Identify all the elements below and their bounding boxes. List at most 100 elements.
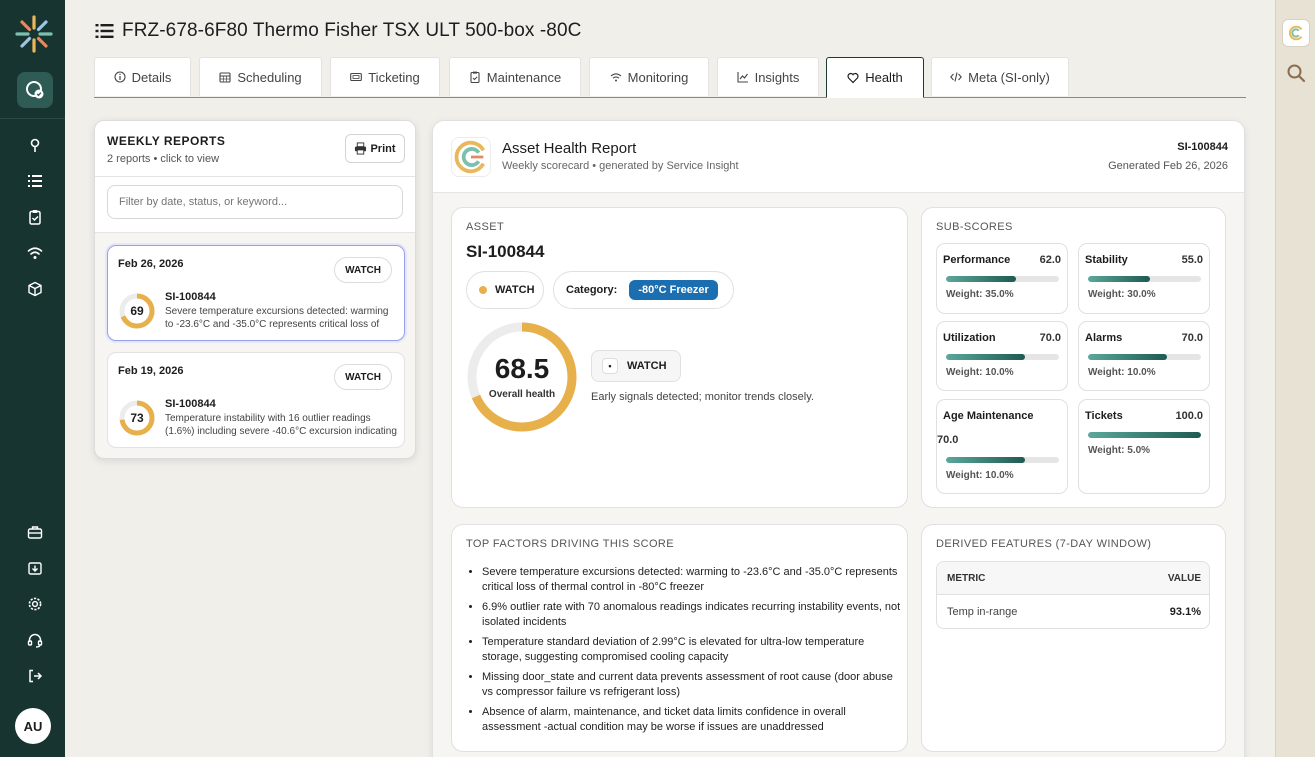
- report-generated-date: Generated Feb 26, 2026: [1108, 160, 1228, 172]
- subscore-name: Alarms: [1085, 332, 1123, 344]
- tab-bar: Details Scheduling Ticketing Maintenance…: [94, 57, 1246, 98]
- tab-label: Insights: [754, 69, 800, 85]
- status-pill: WATCH: [466, 271, 544, 309]
- code-icon: [950, 72, 963, 82]
- tab-scheduling[interactable]: Scheduling: [199, 57, 322, 96]
- user-avatar[interactable]: AU: [15, 708, 51, 744]
- factor-item: Absence of alarm, maintenance, and ticke…: [482, 705, 902, 735]
- clipboard-icon: [470, 71, 480, 83]
- subscore-alarms: Alarms 70.0 Weight: 10.0%: [1078, 321, 1210, 391]
- subscore-bar: [946, 457, 1059, 463]
- subscore-weight: Weight: 5.0%: [1088, 445, 1151, 456]
- health-report: Asset Health Report Weekly scorecard • g…: [432, 120, 1245, 757]
- reports-title: WEEKLY REPORTS: [107, 134, 226, 148]
- cube-icon[interactable]: [25, 279, 45, 299]
- subscore-name: Age Maintenance: [943, 410, 1034, 422]
- category-pill: Category: -80°C Freezer: [553, 271, 734, 309]
- reports-header: WEEKLY REPORTS 2 reports • click to view…: [95, 121, 415, 177]
- print-button[interactable]: Print: [345, 134, 405, 163]
- tab-insights[interactable]: Insights: [717, 57, 819, 96]
- report-asset-id: SI-100844: [165, 291, 216, 303]
- report-card[interactable]: Feb 19, 2026 WATCH 73 SI-100844 Temperat…: [107, 352, 405, 448]
- headset-icon[interactable]: [25, 630, 45, 650]
- subscore-weight: Weight: 35.0%: [946, 289, 1014, 300]
- tab-monitoring[interactable]: Monitoring: [589, 57, 709, 96]
- subscore-name: Performance: [943, 254, 1011, 266]
- column-header-value: VALUE: [1167, 573, 1201, 584]
- subscore-weight: Weight: 10.0%: [1088, 367, 1156, 378]
- gear-icon[interactable]: [25, 594, 45, 614]
- report-asset-id: SI-100844: [165, 398, 216, 410]
- report-card[interactable]: Feb 26, 2026 WATCH 69 SI-100844 Severe t…: [107, 245, 405, 341]
- clipboard-check-icon[interactable]: [25, 207, 45, 227]
- subscore-value: 100.0: [1175, 410, 1203, 422]
- report-asset-id: SI-100844: [1177, 141, 1228, 153]
- rail-divider: [0, 118, 65, 119]
- report-header: Asset Health Report Weekly scorecard • g…: [433, 121, 1244, 193]
- calendar-icon: [219, 72, 231, 83]
- wifi-icon[interactable]: [25, 243, 45, 263]
- overall-label: Overall health: [488, 389, 556, 400]
- download-box-icon[interactable]: [25, 558, 45, 578]
- subscore-weight: Weight: 30.0%: [1088, 289, 1156, 300]
- asset-card: ASSET SI-100844 WATCH Category: -80°C Fr…: [451, 207, 908, 508]
- factor-item: Severe temperature excursions detected: …: [482, 565, 902, 595]
- page-title: FRZ-678-6F80 Thermo Fisher TSX ULT 500-b…: [122, 20, 582, 41]
- factor-item: Missing door_state and current data prev…: [482, 670, 902, 700]
- asset-card-label: ASSET: [466, 221, 505, 233]
- factors-list: Severe temperature excursions detected: …: [482, 565, 902, 740]
- score-value: 73: [130, 411, 144, 425]
- derived-features-card: DERIVED FEATURES (7-DAY WINDOW) METRIC V…: [921, 524, 1226, 752]
- subscore-bar: [946, 276, 1059, 282]
- heart-icon: [847, 72, 859, 83]
- print-label: Print: [370, 142, 396, 155]
- search-icon[interactable]: [1286, 63, 1306, 83]
- bullet-icon: •: [602, 358, 618, 374]
- factor-item: 6.9% outlier rate with 70 anomalous read…: [482, 600, 902, 630]
- tab-maintenance[interactable]: Maintenance: [449, 57, 581, 96]
- app-logo[interactable]: [13, 13, 55, 55]
- assistant-logo-icon: [1288, 25, 1303, 41]
- category-label: Category:: [566, 284, 618, 296]
- asset-health-icon: [26, 81, 44, 99]
- watch-label: WATCH: [627, 360, 667, 372]
- toolbox-icon[interactable]: [25, 522, 45, 542]
- list-icon[interactable]: [25, 171, 45, 191]
- tab-ticketing[interactable]: Ticketing: [330, 57, 440, 96]
- chart-icon: [737, 72, 748, 83]
- status-label: WATCH: [495, 284, 535, 296]
- derived-label: DERIVED FEATURES (7-DAY WINDOW): [936, 538, 1152, 550]
- report-date: Feb 19, 2026: [118, 365, 184, 377]
- tab-label: Scheduling: [237, 69, 302, 85]
- tab-meta[interactable]: Meta (SI-only): [931, 57, 1069, 96]
- report-filter-input[interactable]: [107, 185, 403, 219]
- tab-label: Monitoring: [627, 69, 689, 85]
- tab-label: Details: [131, 69, 172, 85]
- assistant-button[interactable]: [1282, 19, 1310, 47]
- derived-table: METRIC VALUE Temp in-range 93.1%: [936, 561, 1210, 629]
- table-header: METRIC VALUE: [937, 562, 1209, 595]
- metric-value: 93.1%: [1169, 606, 1201, 618]
- subscore-stability: Stability 55.0 Weight: 30.0%: [1078, 243, 1210, 314]
- info-icon: [114, 71, 126, 83]
- list-icon[interactable]: [95, 23, 114, 39]
- filter-bar: [95, 177, 415, 233]
- location-pin-icon[interactable]: [25, 135, 45, 155]
- tab-label: Meta (SI-only): [968, 69, 1050, 85]
- subscore-tickets: Tickets 100.0 Weight: 5.0%: [1078, 399, 1210, 494]
- subscores-label: SUB-SCORES: [936, 221, 1013, 233]
- factor-item: Temperature standard deviation of 2.99°C…: [482, 635, 902, 665]
- subscore-value: 70.0: [1181, 332, 1203, 344]
- status-note: Early signals detected; monitor trends c…: [591, 391, 814, 403]
- rail-asset-health-button[interactable]: [17, 72, 53, 108]
- score-value: 69: [130, 304, 144, 318]
- subscore-bar: [1088, 276, 1201, 282]
- tab-health[interactable]: Health: [826, 57, 924, 98]
- printer-icon: [355, 142, 367, 155]
- subscore-value: 70.0: [1039, 332, 1061, 344]
- tab-details[interactable]: Details: [94, 57, 191, 96]
- logout-icon[interactable]: [25, 666, 45, 686]
- report-date: Feb 26, 2026: [118, 258, 184, 270]
- service-insight-logo: [451, 137, 491, 177]
- report-title: Asset Health Report: [502, 140, 637, 157]
